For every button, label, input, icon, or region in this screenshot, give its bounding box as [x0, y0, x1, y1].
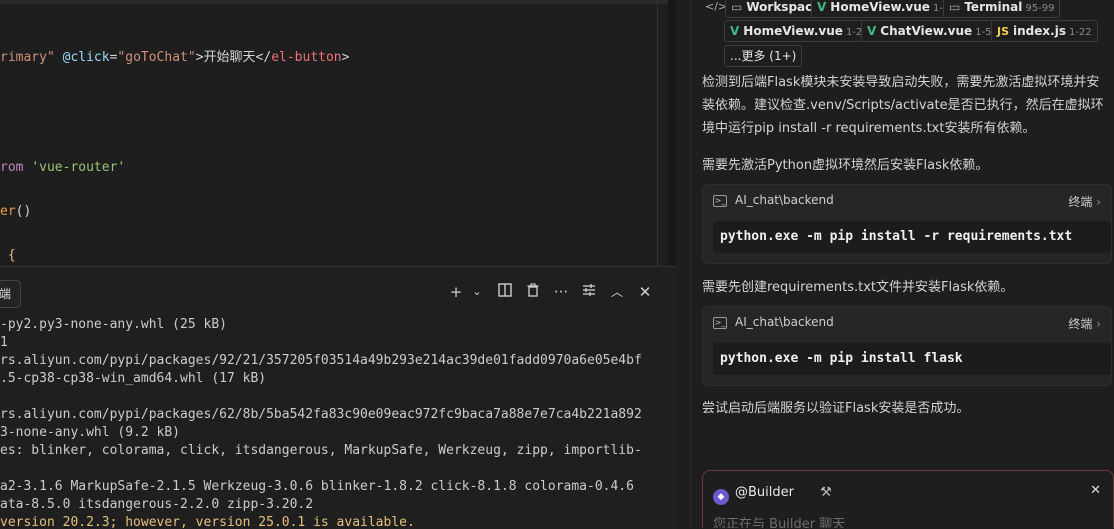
terminal-line: .5-cp38-cp38-win_amd64.whl (17 kB) [0, 371, 267, 386]
context-chip[interactable]: ▭ Terminal 95-99 [943, 0, 1061, 18]
settings-icon[interactable] [580, 283, 598, 301]
code-context-icon: </> [705, 0, 728, 13]
close-icon[interactable]: ✕ [636, 283, 654, 301]
trash-icon[interactable] [524, 283, 542, 301]
assistant-message: 尝试启动后端服务以验证Flask安装是否成功。 [702, 401, 970, 416]
terminal-line: version 20.2.3; however, version 25.0.1 … [0, 515, 415, 529]
chevron-right-icon: › [1096, 317, 1101, 331]
terminal-line: 1 [0, 335, 8, 350]
chat-input-box[interactable]: ◆ @Builder ⚒ ✕ 您正在与 Builder 聊天 [702, 470, 1114, 528]
command-text[interactable]: python.exe -m pip install flask [713, 343, 1111, 375]
editor-tab-strip-edge [0, 0, 668, 4]
vue-icon: V [730, 24, 740, 38]
code-editor[interactable]: rimary" @click="goToChat">开始聊天</el-butto… [0, 0, 668, 266]
assistant-message: 需要先创建requirements.txt文件并安装Flask依赖。 [702, 280, 1014, 295]
terminal-tab[interactable]: 端 [0, 280, 21, 308]
terminal-line: -py2.py3-none-any.whl (25 kB) [0, 317, 227, 332]
context-chip[interactable]: V HomeView.vue 1-27 [724, 20, 875, 42]
more-context-button[interactable]: ...更多 (1+) [724, 45, 803, 67]
editor-margin [676, 0, 690, 266]
chip-label: ChatView.vue [880, 24, 973, 38]
terminal-line: ata-8.5.0 itsdangerous-2.2.0 zipp-3.20.2 [0, 497, 314, 512]
code-token: >开始聊天</ [195, 50, 272, 65]
code-token: rimary" [0, 50, 63, 65]
command-card: >_ AI_chat\backend 终端 › python.exe -m pip… [702, 184, 1112, 264]
command-text[interactable]: python.exe -m pip install -r requirement… [713, 221, 1111, 253]
code-token: 'vue-router' [31, 160, 126, 175]
chip-line-range: 1-22 [1068, 27, 1092, 38]
remove-mention-icon[interactable]: ✕ [1090, 483, 1101, 498]
terminal-line: es: blinker, colorama, click, itsdangero… [0, 443, 642, 458]
chip-label: Terminal [964, 0, 1023, 14]
command-cwd: AI_chat\backend [735, 193, 834, 207]
agent-mention[interactable]: ◆ @Builder ⚒ [713, 483, 832, 505]
code-token: el-button [271, 50, 342, 65]
vue-icon: V [867, 24, 877, 38]
code-line[interactable]: er() [0, 203, 31, 221]
chip-line-range: 95-99 [1025, 3, 1055, 14]
vue-icon: V [817, 0, 827, 14]
code-token: { [0, 248, 16, 263]
terminal-panel[interactable]: 端 + ⌄ ··· ︿ ✕ -py2.py3-none-any.whl (25 … [0, 266, 676, 529]
context-chip[interactable]: JS index.js 1-22 [991, 20, 1098, 42]
chip-label: HomeView.vue [743, 24, 843, 38]
chevron-up-icon[interactable]: ︿ [608, 283, 626, 301]
code-line[interactable]: rimary" @click="goToChat">开始聊天</el-butto… [0, 49, 349, 67]
context-chip[interactable]: V HomeView.vue 1-1 [811, 0, 956, 18]
code-token: > [341, 50, 350, 65]
code-token: er [0, 204, 16, 219]
command-cwd: AI_chat\backend [735, 315, 834, 329]
more-icon[interactable]: ··· [552, 283, 570, 301]
builder-avatar-icon: ◆ [713, 489, 729, 505]
terminal-line: rs.aliyun.com/pypi/packages/92/21/357205… [0, 353, 642, 368]
chevron-down-icon[interactable]: ⌄ [468, 283, 486, 301]
split-icon[interactable] [496, 283, 514, 301]
editor-scrollbar[interactable] [657, 0, 658, 266]
terminal-line: 3-none-any.whl (9.2 kB) [0, 425, 181, 440]
terminal-line: a2-3.1.6 MarkupSafe-2.1.5 Werkzeug-3.0.6… [0, 479, 634, 494]
terminal-icon: >_ [713, 195, 727, 207]
command-card: >_ AI_chat\backend 终端 › python.exe -m pip… [702, 306, 1112, 386]
terminal-line: rs.aliyun.com/pypi/packages/62/8b/5ba542… [0, 407, 642, 422]
chat-input-placeholder[interactable]: 您正在与 Builder 聊天 [713, 513, 845, 528]
terminal-icon: >_ [713, 317, 727, 329]
code-token: rom [0, 160, 32, 175]
tool-icon[interactable]: ⚒ [820, 485, 832, 500]
code-token: @click [62, 50, 110, 65]
plus-icon[interactable]: + [447, 283, 465, 301]
workspace-icon: ▭ [731, 0, 743, 14]
chip-label: HomeView.vue [830, 0, 930, 14]
chip-label: index.js [1013, 24, 1066, 38]
code-token: "goToChat" [117, 50, 196, 65]
assistant-message: 检测到后端Flask模块未安装导致启动失败，需要先激活虚拟环境并安装依赖。建议检… [702, 75, 1104, 136]
assistant-message: 需要先激活Python虚拟环境然后安装Flask依赖。 [702, 158, 989, 173]
code-line[interactable]: rom 'vue-router' [0, 159, 125, 177]
run-in-terminal-button[interactable]: 终端 › [1068, 315, 1101, 332]
terminal-icon: ▭ [949, 0, 961, 14]
ai-chat-panel[interactable]: </> ▭ Workspace V HomeView.vue 1-1 ▭ Terminal 9… [690, 0, 1114, 528]
code-token: () [15, 204, 32, 219]
chevron-right-icon: › [1096, 195, 1101, 209]
context-chip[interactable]: V ChatView.vue 1-59 [861, 20, 1004, 42]
js-icon: JS [997, 25, 1010, 38]
code-line[interactable]: { [0, 247, 16, 265]
chip-label: Workspace [746, 0, 821, 14]
run-in-terminal-button[interactable]: 终端 › [1068, 193, 1101, 210]
